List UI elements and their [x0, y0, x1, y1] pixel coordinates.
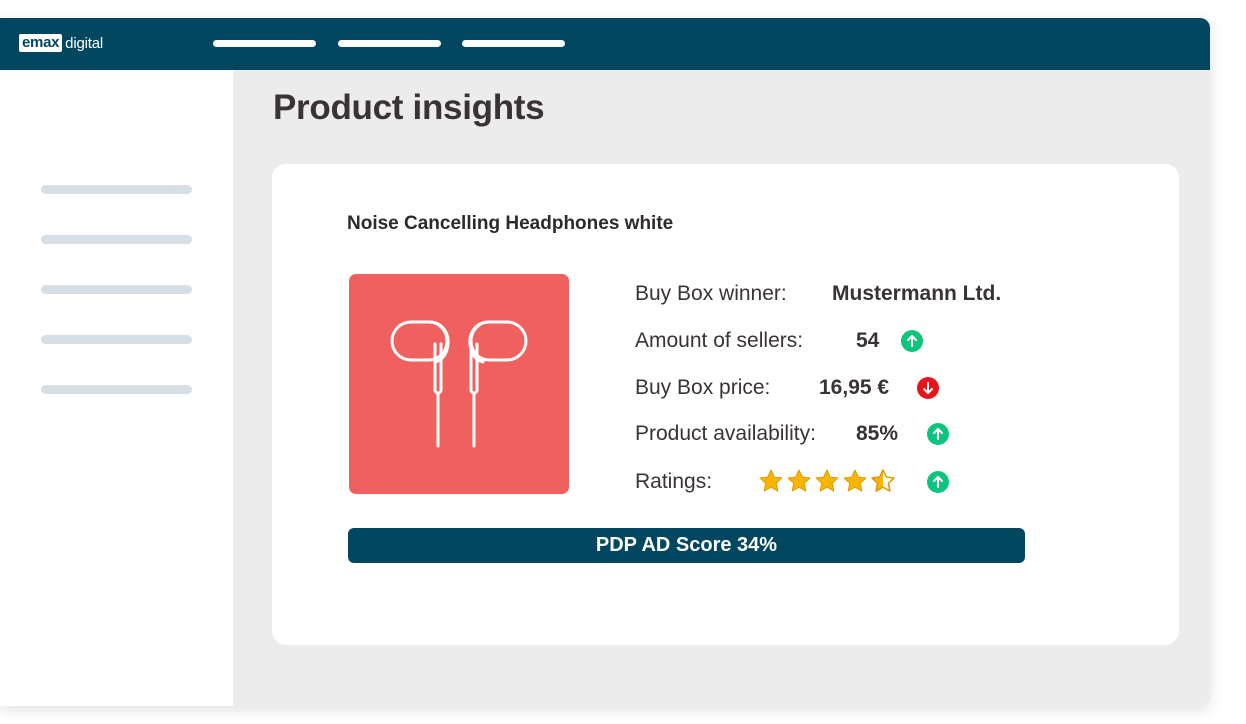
star-full-icon: [787, 469, 811, 492]
logo-mark: emax: [19, 34, 63, 52]
metric-price: Buy Box price: 16,95 €: [635, 373, 939, 403]
star-full-icon: [843, 469, 867, 492]
pdp-ad-score-bar[interactable]: PDP AD Score 34%: [348, 528, 1025, 563]
sellers-value: 54: [856, 329, 880, 352]
star-full-icon: [815, 469, 839, 492]
product-insight-card: Noise Cancelling Headphones white Buy Bo…: [272, 164, 1179, 645]
trend-up-icon: [927, 423, 949, 445]
metric-ratings: Ratings:: [635, 467, 949, 497]
metric-buy-box-winner: Buy Box winner: Mustermann Ltd.: [635, 279, 1001, 309]
sidebar-item-1[interactable]: [41, 185, 192, 194]
nav-item-1[interactable]: [213, 40, 316, 47]
sidebar: [0, 70, 233, 706]
metric-sellers: Amount of sellers: 54: [635, 326, 923, 356]
star-half-icon: [871, 469, 895, 492]
metric-label: Ratings:: [635, 470, 713, 493]
star-full-icon: [759, 469, 783, 492]
metric-label: Buy Box winner:: [635, 282, 787, 305]
metric-label: Buy Box price:: [635, 376, 771, 399]
page-title: Product insights: [273, 88, 545, 127]
trend-up-icon: [927, 471, 949, 493]
product-image: [349, 274, 569, 494]
trend-up-icon: [901, 330, 923, 352]
metric-label: Product availability:: [635, 422, 816, 445]
nav-item-2[interactable]: [338, 40, 441, 47]
buy-box-winner-value: Mustermann Ltd.: [832, 282, 1002, 305]
sidebar-item-4[interactable]: [41, 335, 192, 344]
price-value: 16,95 €: [819, 376, 890, 399]
metric-label: Amount of sellers:: [635, 329, 804, 352]
sidebar-item-3[interactable]: [41, 285, 192, 294]
brand-logo[interactable]: emax digital: [19, 33, 103, 53]
sidebar-item-2[interactable]: [41, 235, 192, 244]
metric-availability: Product availability: 85%: [635, 419, 949, 449]
availability-value: 85%: [856, 422, 899, 445]
logo-wordmark: digital: [65, 34, 103, 52]
sidebar-item-5[interactable]: [41, 385, 192, 394]
trend-down-icon: [917, 377, 939, 399]
nav-item-3[interactable]: [462, 40, 565, 47]
top-navigation-bar: emax digital: [0, 18, 1210, 70]
rating-stars: [757, 467, 897, 495]
product-name: Noise Cancelling Headphones white: [347, 213, 674, 234]
earphones-icon: [390, 320, 528, 448]
